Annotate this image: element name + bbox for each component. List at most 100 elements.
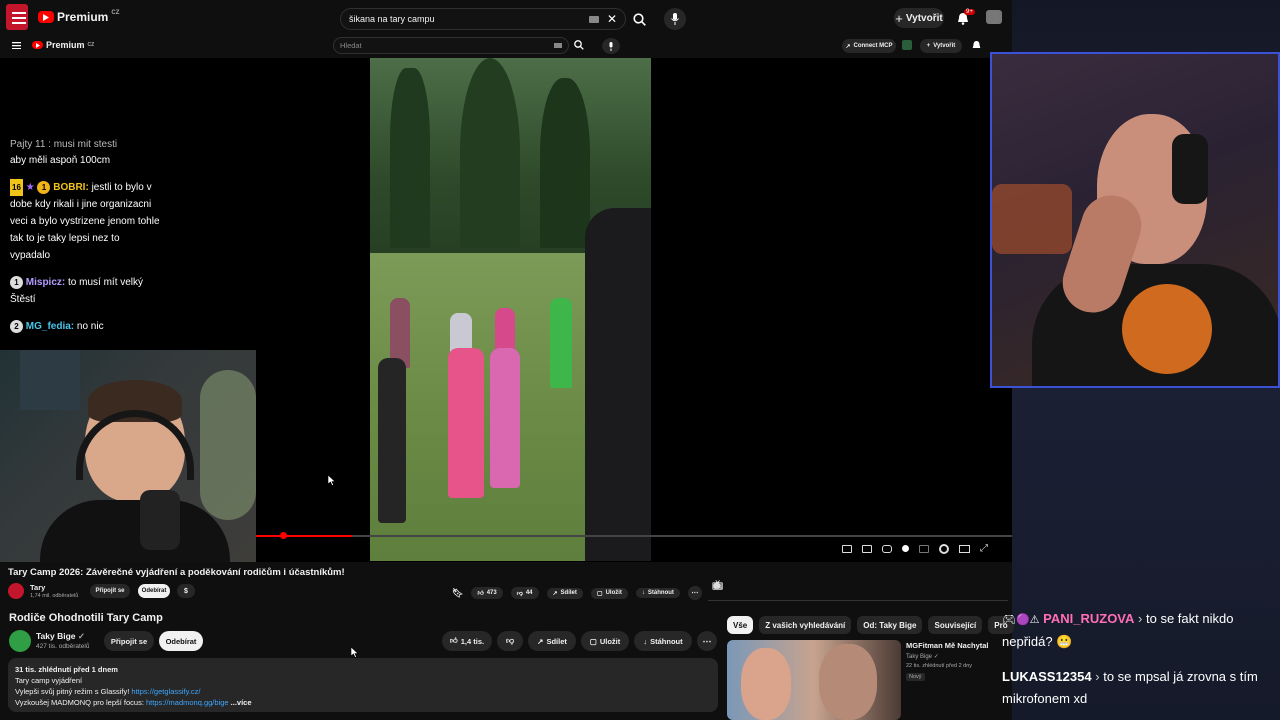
extension-icon[interactable]	[902, 40, 912, 50]
inner-download-button[interactable]: ↓ Stáhnout	[635, 588, 680, 598]
join-button[interactable]: Připojit se	[104, 631, 154, 651]
player-controls: ⤢	[842, 543, 988, 554]
inner-more-icon[interactable]: ⋯	[687, 586, 702, 600]
menu-icon[interactable]	[12, 11, 26, 25]
subscriber-count: 427 tis. odběratelů	[36, 643, 90, 650]
chat-text: no nic	[76, 321, 104, 332]
inner-share-button[interactable]: ↗ Sdílet	[546, 587, 583, 599]
miniplayer-icon[interactable]	[862, 544, 872, 553]
chevron-icon: ›	[1138, 611, 1143, 626]
chat-username[interactable]: LUKASS12354	[1002, 669, 1092, 684]
clear-icon[interactable]: ✕	[607, 12, 617, 26]
recommendation-channel-row[interactable]: Taky Bige ✓	[906, 653, 939, 660]
inner-search-input[interactable]: Hledat	[333, 37, 569, 54]
theater-mode-icon[interactable]	[959, 544, 970, 553]
person-shirt	[40, 500, 230, 562]
description-line: Vylepši svůj pitný režim s Glassify! htt…	[15, 686, 711, 697]
inner-youtube-logo[interactable]: Premium CZ	[32, 40, 94, 50]
camera-icon[interactable]	[882, 544, 892, 553]
progress-scrubber[interactable]	[280, 532, 287, 539]
progress-fill	[256, 535, 352, 537]
save-button[interactable]: ▢ Uložit	[581, 631, 629, 651]
recommendation-thumbnail[interactable]	[727, 640, 901, 720]
webcam-left	[0, 350, 256, 562]
leader-figure	[585, 208, 651, 561]
download-icon: ↓	[641, 590, 645, 596]
chat-username[interactable]: BOBRI:	[53, 182, 89, 193]
chat-message: 2 MG_fedia: no nic	[10, 318, 150, 335]
chip-related[interactable]: Související	[928, 616, 983, 634]
inner-keyboard-icon[interactable]	[554, 43, 562, 48]
inner-bell-icon[interactable]	[972, 40, 981, 50]
inner-microphone-icon[interactable]	[602, 38, 620, 54]
room-background	[20, 350, 80, 410]
thumb-down-icon: 👎︎	[516, 591, 523, 597]
inner-action-bar: 🔖︎ 👍︎ 473 👎︎ 44 ↗ Sdílet ▢ Uložit ↓ Stáhnout …	[452, 586, 702, 600]
voice-search-button[interactable]	[664, 8, 686, 30]
stream-chat-message: LUKASS12354 › to se mpsal já zrovna s tí…	[1002, 666, 1272, 710]
microphone-icon	[671, 13, 679, 25]
chip-from-channel[interactable]: Od: Taky Bige	[857, 616, 923, 634]
chip-from-searches[interactable]: Z vašich vyhledávání	[759, 616, 852, 634]
like-button[interactable]: 👍︎ 1,4 tis.	[442, 631, 492, 651]
inner-channel-avatar[interactable]	[8, 583, 24, 599]
account-avatar[interactable]	[986, 10, 1002, 24]
fullscreen-icon[interactable]: ⤢	[980, 543, 988, 554]
chip-all[interactable]: Vše	[727, 616, 754, 634]
stream-chat-message: 🎮︎🟣⚠ PANI_RUZOVA › to se fakt nikdo nepř…	[1002, 608, 1272, 653]
mouse-cursor-icon	[328, 475, 336, 486]
chat-badge-icons: 🎮︎🟣⚠	[1002, 614, 1040, 626]
inner-create-button[interactable]: + Vytvořit	[920, 39, 962, 53]
description-link[interactable]: https://madmonq.gg/bige	[146, 698, 229, 707]
recommendation-channel[interactable]: Taky Bige	[906, 654, 932, 660]
inner-save-button[interactable]: ▢ Uložit	[590, 587, 628, 599]
recommendation-title[interactable]: MGFitman Mě Nachytal	[906, 641, 990, 650]
create-label: Vytvořit	[905, 12, 943, 24]
inner-dollar-icon[interactable]: $	[177, 584, 195, 598]
create-button[interactable]: + Vytvořit	[894, 8, 944, 28]
autoplay-toggle-icon[interactable]	[902, 545, 909, 552]
link-icon: ↗	[845, 43, 851, 50]
keyboard-icon[interactable]	[588, 15, 599, 23]
subtitles-icon[interactable]	[842, 544, 852, 553]
show-more-link[interactable]: ...více	[231, 698, 252, 707]
connect-mcp-button[interactable]: ↗ Connect MCP	[842, 39, 896, 53]
chat-username[interactable]: MG_fedia:	[26, 321, 74, 332]
inner-search-icon[interactable]	[574, 40, 584, 50]
inner-join-button[interactable]: Připojit se	[90, 584, 130, 598]
inner-menu-icon[interactable]	[12, 42, 21, 49]
channel-name-row[interactable]: Taky Bige ✓	[36, 631, 85, 642]
progress-bar[interactable]	[256, 535, 1012, 537]
brand-region: CZ	[111, 10, 120, 16]
inner-subscribe-button[interactable]: Odebírat	[138, 584, 170, 598]
channel-name[interactable]: Taky Bige	[36, 631, 76, 641]
download-button[interactable]: ↓ Stáhnout	[634, 631, 692, 651]
dislike-button[interactable]: 👎︎	[497, 631, 523, 651]
inner-channel-name[interactable]: Tary	[30, 583, 45, 592]
chat-badge: 16	[10, 179, 23, 196]
chat-username[interactable]: Mispicz:	[26, 277, 65, 288]
inner-bookmark-icon[interactable]: 🔖︎	[452, 588, 463, 599]
video-description[interactable]: 31 tis. zhlédnutí před 1 dnem Tary camp …	[8, 658, 718, 712]
chat-username[interactable]: PANI_RUZOVA	[1043, 611, 1134, 626]
subscribe-button[interactable]: Odebírat	[159, 631, 203, 651]
youtube-premium-logo[interactable]: Premium CZ	[38, 10, 119, 24]
search-input[interactable]: šikana na tary campu ✕	[340, 8, 626, 30]
inner-like-button[interactable]: 👍︎ 473	[471, 587, 503, 599]
channel-avatar[interactable]	[9, 630, 31, 652]
search-button[interactable]	[626, 8, 652, 30]
notification-count: 9+	[964, 9, 975, 15]
stream-chat-left: Pajty 11 : musi mit stesti aby měli aspo…	[0, 58, 370, 350]
chat-message: 16 ★ 1 BOBRI: jestli to bylo v dobe kdy …	[10, 179, 160, 264]
description-link[interactable]: https://getglassify.cz/	[131, 687, 200, 696]
video-title: Rodiče Ohodnotili Tary Camp	[9, 612, 163, 624]
inner-share-label: Sdílet	[560, 590, 577, 596]
share-button[interactable]: ↗ Sdílet	[528, 631, 576, 651]
inner-dislike-button[interactable]: 👎︎ 44	[510, 587, 539, 599]
captions-icon[interactable]	[919, 544, 929, 553]
vertical-video-frame[interactable]	[370, 58, 651, 561]
more-actions-icon[interactable]: ⋯	[697, 631, 717, 651]
settings-gear-icon[interactable]	[939, 543, 949, 554]
search-value: šikana na tary campu	[349, 14, 435, 24]
chat-message: aby měli aspoň 100cm	[10, 152, 150, 169]
